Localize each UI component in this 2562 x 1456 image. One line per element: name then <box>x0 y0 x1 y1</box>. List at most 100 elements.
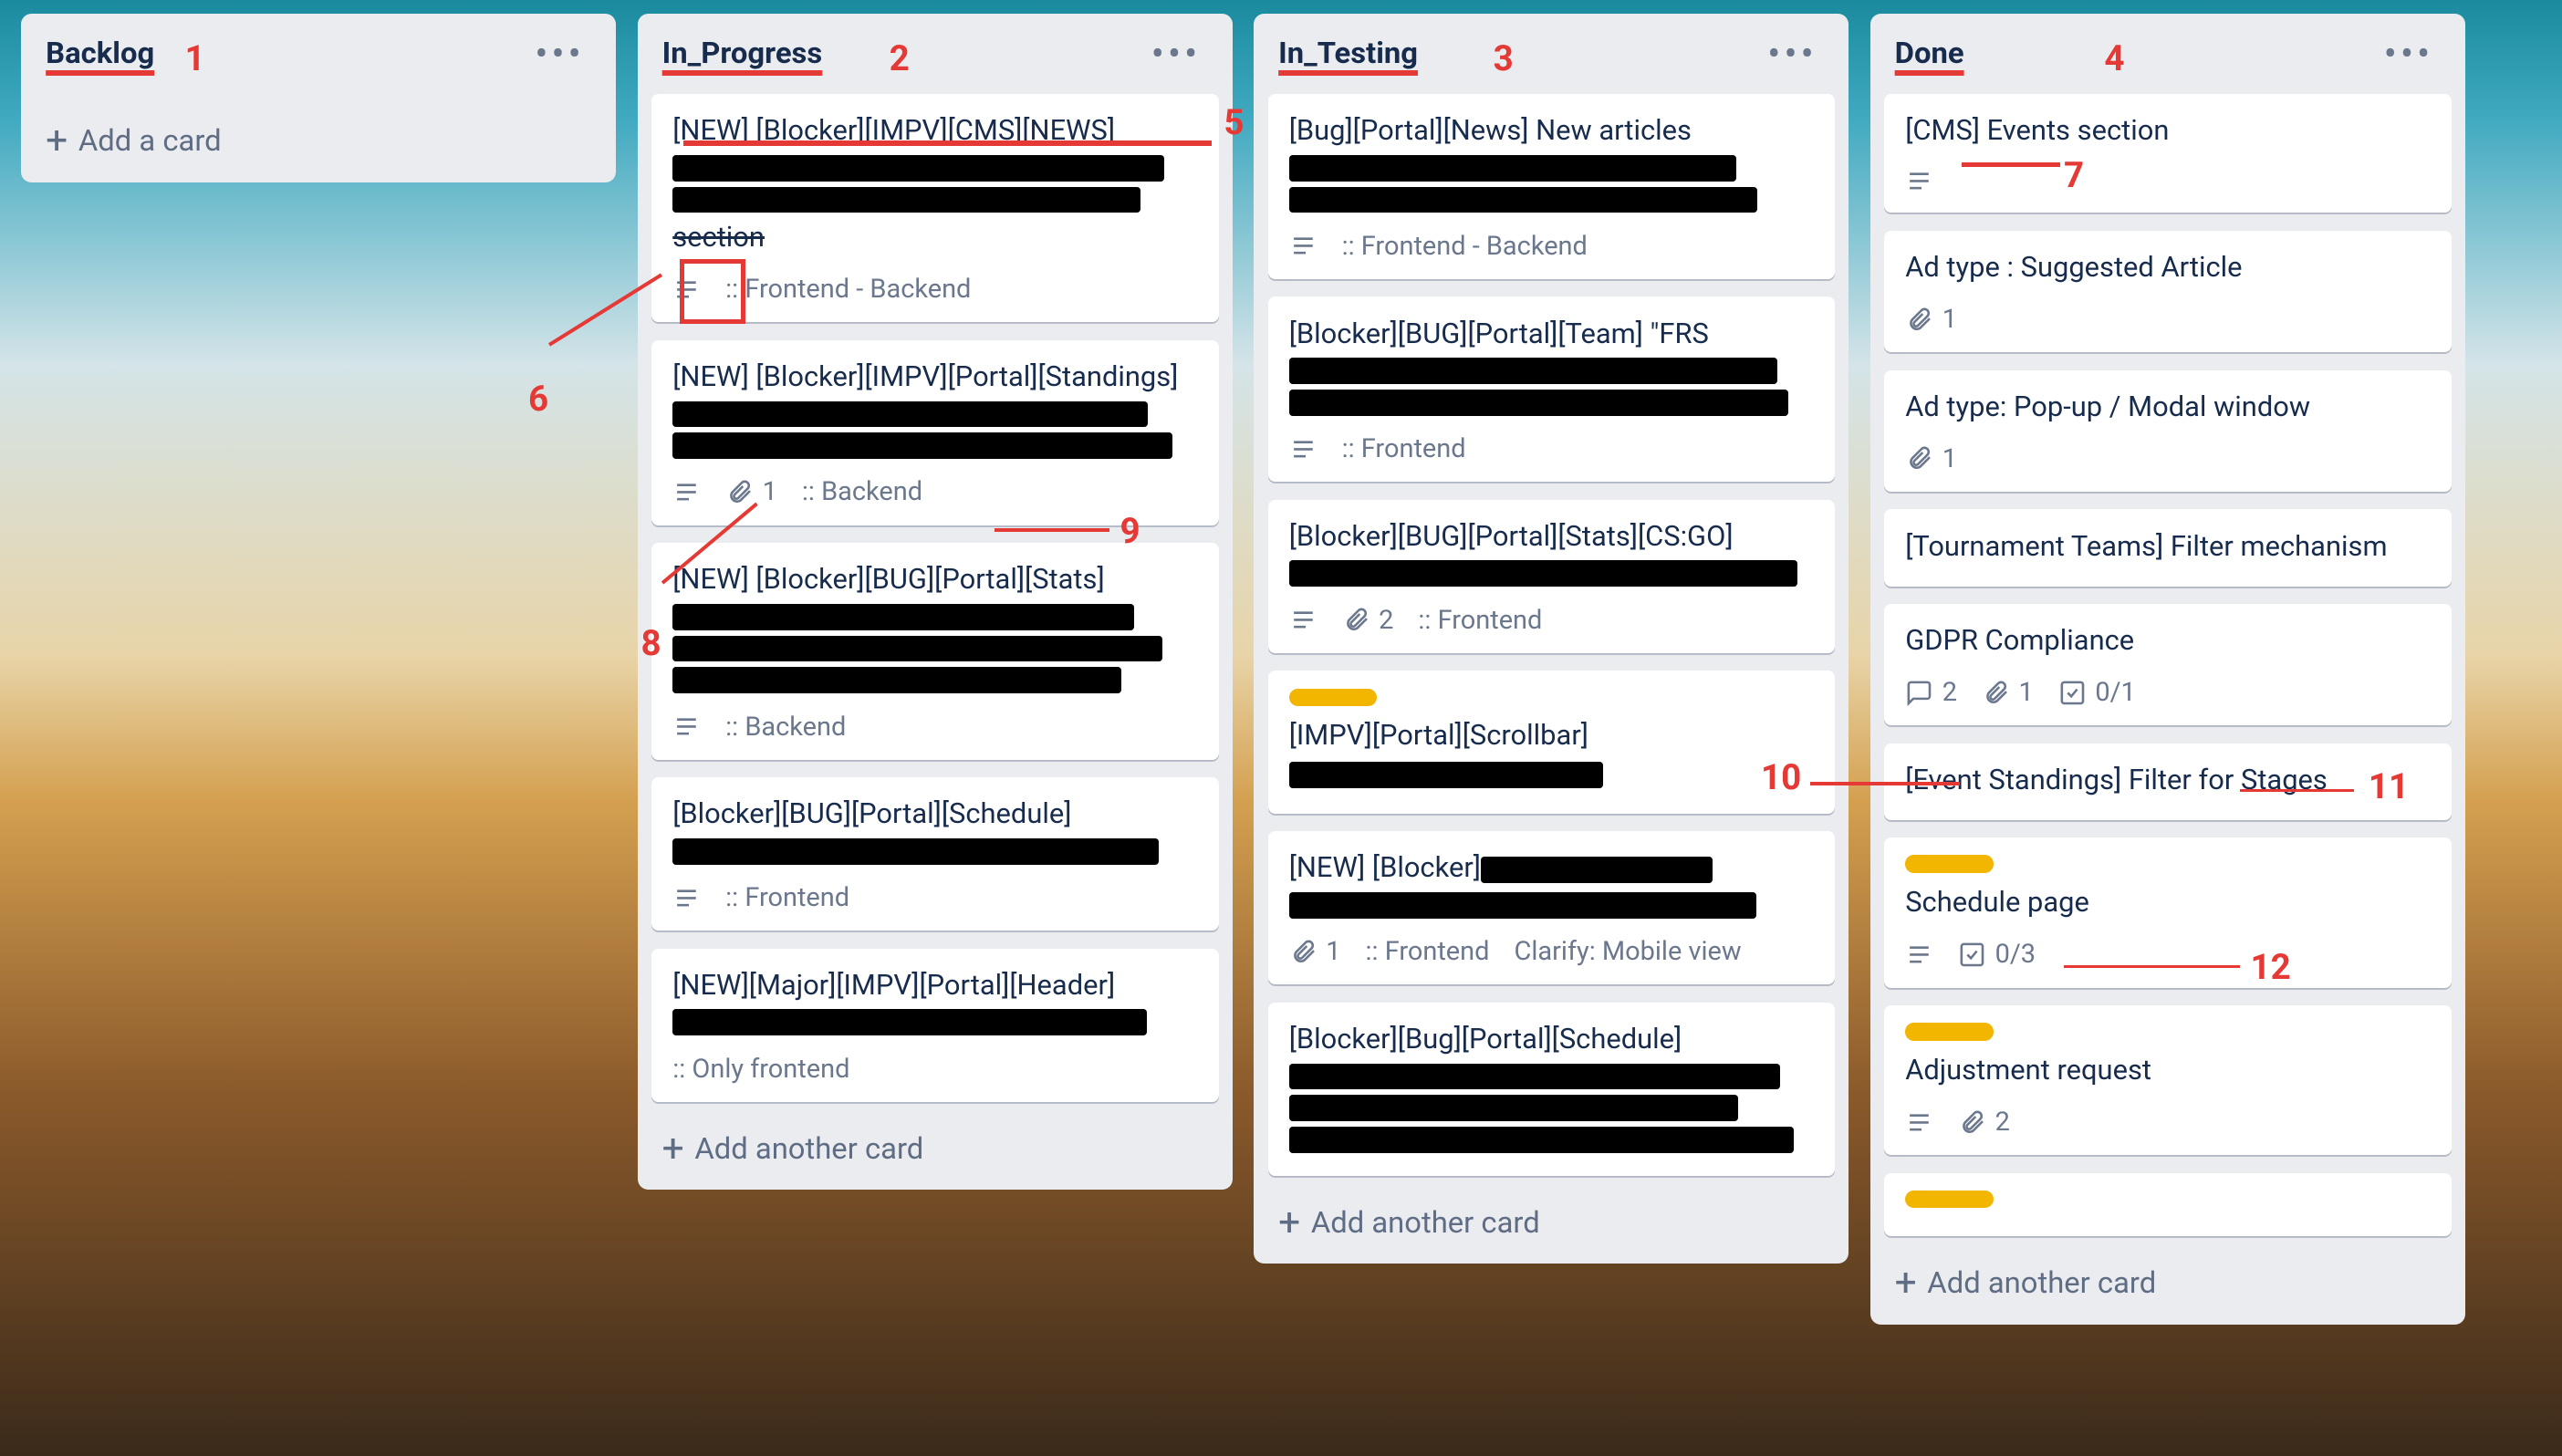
card[interactable]: [Tournament Teams] Filter mechanism <box>1884 509 2451 586</box>
badge-text: Clarify: Mobile view <box>1514 936 1741 967</box>
list-title[interactable]: In_Testing <box>1278 36 1418 71</box>
card[interactable]: [NEW][Major][IMPV][Portal][Header] :: On… <box>651 949 1218 1102</box>
card[interactable]: Schedule page 0/3 <box>1884 837 2451 987</box>
card-labels <box>1905 1191 2430 1208</box>
card[interactable]: [IMPV][Portal][Scrollbar] <box>1268 671 1835 814</box>
plus-icon: + <box>1895 1264 1917 1303</box>
card-title: Adjustment request <box>1905 1051 2430 1089</box>
card-label-yellow <box>1905 855 1994 872</box>
card-title: [Bug][Portal][News] New articles <box>1289 111 1814 213</box>
card-title: [NEW][Major][IMPV][Portal][Header] <box>672 966 1197 1035</box>
card[interactable]: [Blocker][BUG][Portal][Schedule] :: Fron… <box>651 777 1218 931</box>
card-badges: 2 <box>1905 1107 2430 1138</box>
card-labels <box>1905 855 2430 872</box>
list-menu-icon[interactable]: ••• <box>1760 32 1824 77</box>
board: Backlog ••• +Add a card In_Progress ••• [NEW]… <box>0 0 2562 1456</box>
list-done: Done ••• [CMS] Events section Ad type : Sug… <box>1870 14 2465 1324</box>
card-badges: 0/3 <box>1905 939 2430 970</box>
card[interactable]: Adjustment request 2 <box>1884 1005 2451 1155</box>
description-icon <box>1905 1108 1933 1137</box>
card[interactable]: [NEW] [Blocker][IMPV][CMS][NEWS] section… <box>651 94 1218 322</box>
badge-text: :: Frontend <box>1366 936 1490 967</box>
list-title[interactable]: Backlog <box>46 36 154 71</box>
card[interactable]: GDPR Compliance210/1 <box>1884 604 2451 726</box>
card-title: [NEW] [Blocker][BUG][Portal][Stats] <box>672 560 1197 693</box>
card-title: [NEW] [Blocker] <box>1289 848 1814 918</box>
card[interactable]: [Bug][Portal][News] New articles :: Fron… <box>1268 94 1835 279</box>
list-title[interactable]: In_Progress <box>662 36 823 71</box>
badge-text: :: Frontend <box>1418 605 1542 636</box>
card-label-yellow <box>1905 1191 1994 1208</box>
card[interactable]: [Blocker][BUG][Portal][Team] "FRS :: Fro… <box>1268 296 1835 482</box>
description-icon <box>1289 232 1317 260</box>
card-title: [Blocker][BUG][Portal][Schedule] <box>672 795 1197 864</box>
list-header: In_Testing ••• <box>1254 14 1849 87</box>
card[interactable] <box>1884 1173 2451 1236</box>
card[interactable]: [Blocker][Bug][Portal][Schedule] <box>1268 1003 1835 1176</box>
card-badges: :: Only frontend <box>672 1054 1197 1085</box>
badge-text: :: Frontend <box>725 882 849 913</box>
add-card-button[interactable]: +Add a card <box>21 101 616 182</box>
card-title: [IMPV][Portal][Scrollbar] <box>1289 716 1814 792</box>
card[interactable]: [NEW] [Blocker]1:: Frontend Clarify: Mobi… <box>1268 831 1835 984</box>
card-badges: :: Backend <box>672 712 1197 743</box>
add-card-button[interactable]: +Add another card <box>638 1109 1233 1191</box>
cards-container <box>21 87 616 100</box>
description-icon <box>672 884 701 912</box>
card-label-yellow <box>1905 1023 1994 1040</box>
card-title: [Blocker][BUG][Portal][Stats][CS:GO] <box>1289 517 1814 587</box>
card-title: [Event Standings] Filter for Stages <box>1905 761 2430 799</box>
description-icon <box>1289 435 1317 463</box>
card[interactable]: Ad type: Pop-up / Modal window 1 <box>1884 370 2451 493</box>
list-menu-icon[interactable]: ••• <box>1144 32 1208 77</box>
plus-icon: + <box>46 122 68 161</box>
list-menu-icon[interactable]: ••• <box>527 32 591 77</box>
card-badges: 1:: Frontend Clarify: Mobile view <box>1289 936 1814 967</box>
badge-text: :: Only frontend <box>672 1054 849 1085</box>
attachment-badge: 2 <box>1958 1107 2010 1138</box>
list-title[interactable]: Done <box>1895 36 1964 71</box>
cards-container: [NEW] [Blocker][IMPV][CMS][NEWS] section… <box>638 87 1233 1108</box>
card-title: [CMS] Events section <box>1905 111 2430 150</box>
badge-text: :: Frontend - Backend <box>725 274 971 305</box>
card[interactable]: [NEW] [Blocker][BUG][Portal][Stats] :: B… <box>651 543 1218 760</box>
card-label-yellow <box>1289 689 1378 706</box>
add-card-button[interactable]: +Add another card <box>1254 1183 1849 1264</box>
description-icon <box>1905 941 1933 969</box>
list-header: Done ••• <box>1870 14 2465 87</box>
card-badges: :: Frontend <box>1289 433 1814 464</box>
list-backlog: Backlog ••• +Add a card <box>21 14 616 182</box>
checklist-badge: 0/3 <box>1958 939 2036 970</box>
description-icon <box>1289 606 1317 634</box>
plus-icon: + <box>662 1130 684 1169</box>
card[interactable]: [Event Standings] Filter for Stages <box>1884 744 2451 820</box>
list-in_progress: In_Progress ••• [NEW] [Blocker][IMPV][CMS]… <box>638 14 1233 1190</box>
card-badges: 1:: Backend <box>672 476 1197 507</box>
badge-text: :: Backend <box>802 476 922 507</box>
card-title: Ad type: Pop-up / Modal window <box>1905 388 2430 426</box>
card[interactable]: Ad type : Suggested Article1 <box>1884 231 2451 353</box>
card-badges: :: Frontend - Backend <box>1289 231 1814 262</box>
card-title: Schedule page <box>1905 883 2430 921</box>
card[interactable]: [NEW] [Blocker][IMPV][Portal][Standings]… <box>651 340 1218 525</box>
card-title: [Tournament Teams] Filter mechanism <box>1905 527 2430 566</box>
badge-text: :: Frontend <box>1342 433 1466 464</box>
add-card-button[interactable]: +Add another card <box>1870 1243 2465 1325</box>
attachment-badge: 1 <box>1905 443 1957 474</box>
description-icon <box>1905 167 1933 195</box>
description-icon <box>672 276 701 304</box>
attachment-badge: 2 <box>1342 605 1394 636</box>
card-badges: 1 <box>1905 443 2430 474</box>
card[interactable]: [CMS] Events section <box>1884 94 2451 213</box>
card-title: [NEW] [Blocker][IMPV][Portal][Standings] <box>672 358 1197 459</box>
card-labels <box>1905 1023 2430 1040</box>
attachment-badge: 1 <box>1905 304 1957 335</box>
list-menu-icon[interactable]: ••• <box>2377 32 2441 77</box>
attachment-badge: 1 <box>1289 936 1341 967</box>
plus-icon: + <box>1278 1204 1300 1243</box>
comment-badge: 2 <box>1905 677 1957 708</box>
description-icon <box>672 478 701 506</box>
card-badges <box>1905 167 2430 195</box>
card[interactable]: [Blocker][BUG][Portal][Stats][CS:GO] 2::… <box>1268 500 1835 653</box>
badge-text: :: Frontend - Backend <box>1342 231 1588 262</box>
